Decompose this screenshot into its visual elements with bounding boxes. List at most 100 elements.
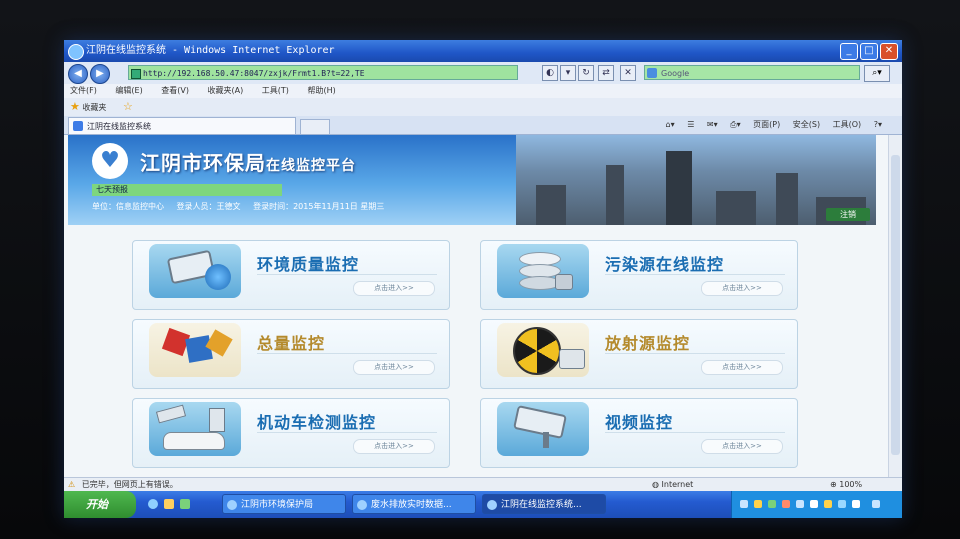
- page-menu[interactable]: 页面(P): [753, 120, 780, 129]
- menu-bar: 文件(F) 编辑(E) 查看(V) 收藏夹(A) 工具(T) 帮助(H): [64, 84, 902, 98]
- tray-icon[interactable]: [838, 500, 846, 508]
- building: [606, 165, 624, 225]
- home-icon[interactable]: ⌂▾: [666, 120, 675, 129]
- enter-link[interactable]: 点击进入>>: [353, 439, 435, 454]
- ie-quicklaunch-icon[interactable]: [148, 499, 158, 509]
- desktop-quicklaunch-icon[interactable]: [180, 499, 190, 509]
- address-url: http://192.168.50.47:8047/zxjk/Frmt1.B?t…: [143, 69, 365, 78]
- address-input[interactable]: http://192.168.50.47:8047/zxjk/Frmt1.B?t…: [128, 65, 518, 80]
- command-bar: ⌂▾ ☰ ✉▾ ⎙▾ 页面(P) 安全(S) 工具(O) ?▾: [656, 116, 882, 134]
- favorites-bar: ★ 收藏夹 ☆: [64, 98, 902, 117]
- zoom-control[interactable]: ⊕ 100%: [830, 478, 862, 492]
- card-video-monitoring[interactable]: 视频监控 点击进入>>: [480, 398, 798, 468]
- divider: [605, 432, 785, 433]
- tools-menu[interactable]: 工具(O): [833, 120, 862, 129]
- favorites-label: 收藏夹: [82, 103, 107, 112]
- start-button[interactable]: 开始: [64, 491, 136, 518]
- feeds-icon[interactable]: ☰: [687, 120, 694, 129]
- add-favorite-icon[interactable]: ☆: [123, 100, 133, 113]
- card-label: 视频监控: [605, 413, 674, 432]
- card-label: 机动车检测监控: [257, 413, 377, 432]
- tray-icon[interactable]: [852, 500, 860, 508]
- maximize-button[interactable]: □: [860, 43, 878, 60]
- menu-favorites[interactable]: 收藏夹(A): [208, 86, 244, 95]
- scrollbar-thumb[interactable]: [891, 155, 900, 455]
- refresh-go-icon[interactable]: ⇄: [598, 65, 614, 81]
- card-vehicle-detection[interactable]: 机动车检测监控 点击进入>>: [132, 398, 450, 468]
- card-label: 放射源监控: [605, 334, 691, 353]
- tray-icon[interactable]: [796, 500, 804, 508]
- search-input[interactable]: Google: [644, 65, 860, 80]
- tray-icon[interactable]: [782, 500, 790, 508]
- radiation-icon: [497, 323, 589, 377]
- menu-file[interactable]: 文件(F): [70, 86, 97, 95]
- globe-icon: ◍: [652, 480, 659, 489]
- help-icon[interactable]: ?▾: [874, 120, 882, 129]
- banner-title-main: 江阴市环保局: [140, 151, 266, 175]
- card-label: 总量监控: [257, 334, 326, 353]
- building: [536, 185, 566, 225]
- taskbar-task[interactable]: 江阴市环境保护局: [222, 494, 346, 514]
- tray-icon[interactable]: [754, 500, 762, 508]
- divider: [257, 353, 437, 354]
- enter-link[interactable]: 点击进入>>: [701, 360, 783, 375]
- tray-icon[interactable]: [768, 500, 776, 508]
- card-environment-quality[interactable]: 环境质量监控 点击进入>>: [132, 240, 450, 310]
- status-bar: ⚠ 已完毕，但网页上有错误。 ◍ Internet ⊕ 100%: [64, 477, 902, 492]
- enter-link[interactable]: 点击进入>>: [701, 281, 783, 296]
- start-label: 开始: [86, 498, 108, 511]
- card-total-amount[interactable]: 总量监控 点击进入>>: [132, 319, 450, 389]
- enter-link[interactable]: 点击进入>>: [701, 439, 783, 454]
- banner-title: 江阴市环保局在线监控平台: [140, 147, 356, 176]
- menu-view[interactable]: 查看(V): [161, 86, 189, 95]
- refresh-icon[interactable]: ↻: [578, 65, 594, 81]
- close-button[interactable]: ✕: [880, 43, 898, 60]
- taskbar-task[interactable]: 废水排放实时数据...: [352, 494, 476, 514]
- menu-edit[interactable]: 编辑(E): [115, 86, 142, 95]
- internet-zone: ◍ Internet: [652, 478, 693, 492]
- favorites-button[interactable]: ★ 收藏夹: [70, 100, 109, 113]
- taskbar-task-active[interactable]: 江阴在线监控系统...: [482, 494, 606, 514]
- warning-icon[interactable]: ⚠: [68, 480, 75, 489]
- window-titlebar: 江阴在线监控系统 - Windows Internet Explorer _ □…: [64, 40, 902, 62]
- folder-quicklaunch-icon[interactable]: [164, 499, 174, 509]
- task-label: 废水排放实时数据...: [371, 500, 452, 510]
- minimize-button[interactable]: _: [840, 43, 858, 60]
- database-icon: [497, 244, 589, 298]
- ie-icon: [68, 44, 84, 60]
- page-content: ♥ 江阴市环保局在线监控平台 七天预报 单位：信息监控中心 登录人员：王德文 登…: [64, 135, 888, 477]
- logout-button[interactable]: 注销: [826, 208, 870, 221]
- city-skyline-image: [516, 135, 876, 225]
- taskbar: 开始 江阴市环境保护局 废水排放实时数据... 江阴在线监控系统...: [64, 491, 902, 518]
- tray-icon[interactable]: [740, 500, 748, 508]
- back-button[interactable]: ◀: [68, 64, 88, 84]
- card-radiation-source[interactable]: 放射源监控 点击进入>>: [480, 319, 798, 389]
- safety-menu[interactable]: 安全(S): [793, 120, 820, 129]
- search-button[interactable]: ⌕▾: [864, 65, 890, 82]
- enter-link[interactable]: 点击进入>>: [353, 281, 435, 296]
- dropdown-icon[interactable]: ▾: [560, 65, 576, 81]
- weather-forecast-link[interactable]: 七天预报: [92, 184, 282, 196]
- divider: [605, 353, 785, 354]
- compatibility-icon[interactable]: ◐: [542, 65, 558, 81]
- new-tab-button[interactable]: [300, 119, 330, 135]
- card-pollution-source[interactable]: 污染源在线监控 点击进入>>: [480, 240, 798, 310]
- print-icon[interactable]: ⎙▾: [730, 120, 740, 129]
- page-icon: [131, 69, 141, 79]
- vertical-scrollbar[interactable]: [888, 135, 902, 477]
- login-time-text: 登录时间：2015年11月11日 星期三: [253, 202, 385, 211]
- enter-link[interactable]: 点击进入>>: [353, 360, 435, 375]
- tray-icon[interactable]: [810, 500, 818, 508]
- tray-icon[interactable]: [824, 500, 832, 508]
- car-icon: [149, 402, 241, 456]
- task-label: 江阴市环境保护局: [241, 500, 314, 510]
- divider: [257, 432, 437, 433]
- forward-button[interactable]: ▶: [90, 64, 110, 84]
- menu-tools[interactable]: 工具(T): [262, 86, 289, 95]
- mail-icon[interactable]: ✉▾: [707, 120, 718, 129]
- stop-icon[interactable]: ✕: [620, 65, 636, 81]
- menu-help[interactable]: 帮助(H): [307, 86, 335, 95]
- monitor-bezel: 江阴在线监控系统 - Windows Internet Explorer _ □…: [0, 0, 960, 539]
- tab-current[interactable]: 江阴在线监控系统: [68, 117, 296, 134]
- clock-area[interactable]: [872, 500, 880, 508]
